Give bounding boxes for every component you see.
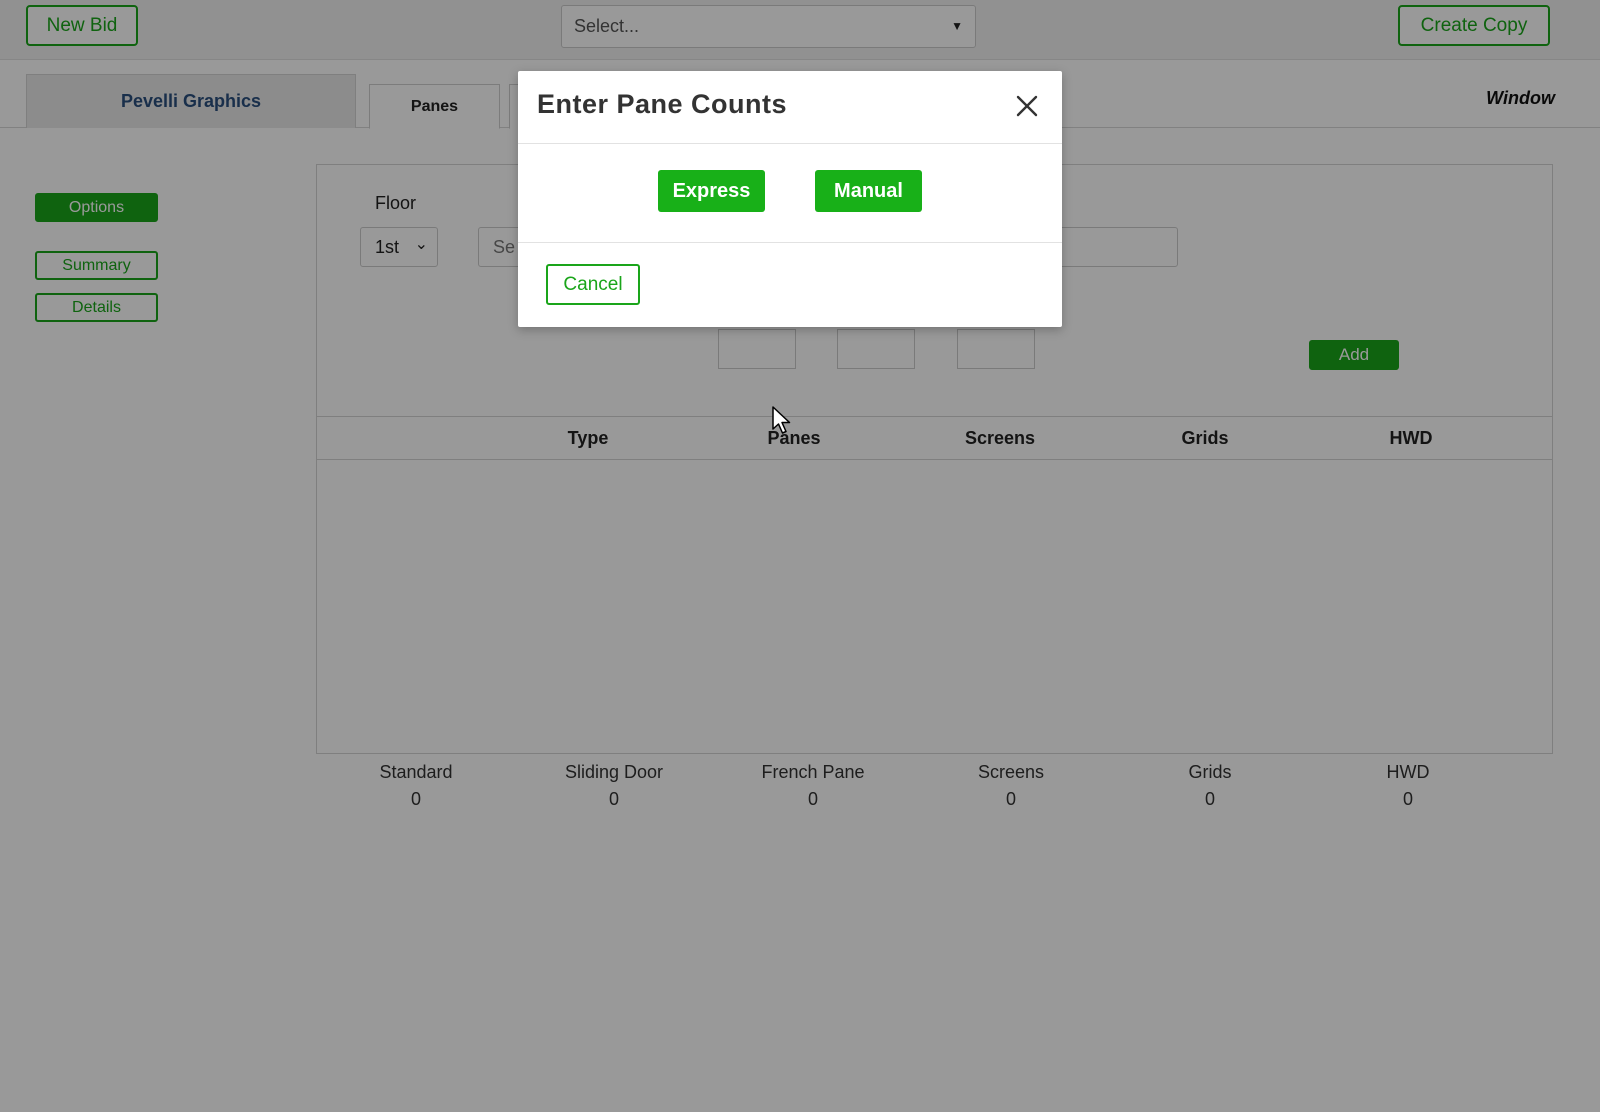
cancel-button[interactable]: Cancel [546,264,640,305]
dialog-title: Enter Pane Counts [537,89,788,119]
app-page: New Bid Select... ▼ Create Copy Pevelli … [0,0,1600,1112]
close-icon[interactable] [1014,93,1040,119]
dialog-header: Enter Pane Counts [518,71,1062,144]
manual-button[interactable]: Manual [815,170,922,212]
mouse-pointer-icon [772,406,791,434]
express-button[interactable]: Express [658,170,765,212]
pane-counts-dialog: Enter Pane Counts Express Manual Cancel [518,71,1062,327]
dialog-body: Express Manual [518,144,1062,243]
